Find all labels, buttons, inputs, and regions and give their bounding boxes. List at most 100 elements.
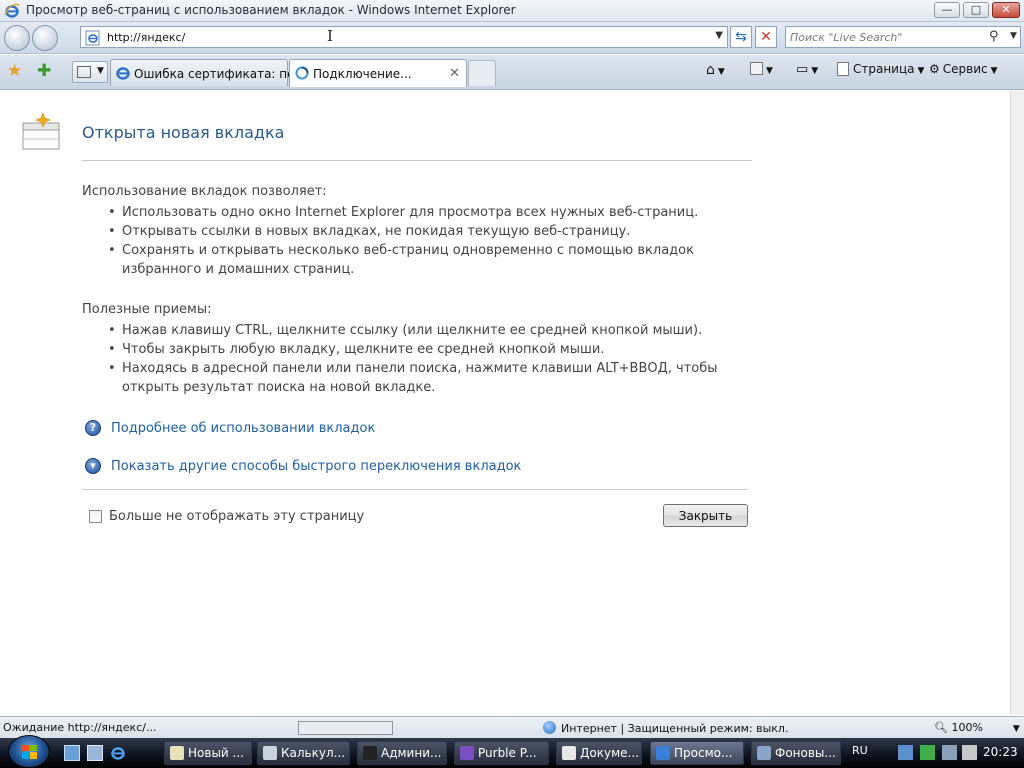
- progress-bar: [298, 721, 393, 735]
- print-button[interactable]: ▭ ▼: [796, 62, 818, 77]
- tools-menu-button[interactable]: ⚙ Сервис ▼: [929, 62, 998, 76]
- search-dropdown-icon[interactable]: ▼: [1010, 31, 1017, 41]
- stop-icon[interactable]: ✕: [755, 26, 777, 48]
- title-bar: Просмотр веб-страниц с использованием вк…: [0, 0, 1024, 22]
- zoom-control[interactable]: 🔍︎ 100% ▼: [934, 721, 1020, 734]
- zoom-icon: 🔍︎: [934, 721, 948, 734]
- page-menu-label: Страница: [853, 62, 915, 76]
- status-bar: Ожидание http://яндекс/... Интернет | За…: [0, 716, 1024, 738]
- window-title: Просмотр веб-страниц с использованием вк…: [26, 3, 516, 17]
- more-about-tabs-link[interactable]: Подробнее об использовании вкладок: [111, 421, 375, 436]
- ie-quicklaunch-icon[interactable]: [110, 745, 126, 761]
- app-icon: [263, 746, 277, 760]
- list-item: Сохранять и открывать несколько веб-стра…: [108, 241, 758, 279]
- taskbar-item-label: Админи...: [381, 746, 442, 760]
- maximize-button[interactable]: □: [963, 2, 989, 18]
- list-item: Использовать одно окно Internet Explorer…: [108, 203, 758, 222]
- new-tab-button[interactable]: [468, 60, 496, 86]
- tray-security-icon[interactable]: [920, 745, 935, 760]
- forward-button[interactable]: [32, 25, 58, 51]
- tab-label: Подключение...: [313, 67, 412, 81]
- add-favorite-icon[interactable]: ✚: [37, 63, 51, 80]
- page-menu-button[interactable]: Страница ▼: [837, 62, 924, 76]
- close-window-button[interactable]: ✕: [992, 2, 1020, 18]
- close-tab-icon[interactable]: ✕: [449, 66, 460, 81]
- search-input[interactable]: [790, 30, 985, 45]
- address-url[interactable]: http://яндекс/: [107, 31, 185, 44]
- taskbar-item[interactable]: Фоновы...: [751, 741, 841, 765]
- tab-certificate-error[interactable]: Ошибка сертификата: пе...: [110, 59, 306, 86]
- show-tab-switching-link[interactable]: Показать другие способы быстрого переклю…: [111, 459, 521, 474]
- taskbar-item[interactable]: Калькул...: [257, 741, 350, 765]
- page-menu-icon: [837, 62, 849, 76]
- navigation-bar: http://яндекс/ I ▼ ⇆ ✕ ⚲ ▼: [0, 22, 1024, 54]
- rss-feed-icon: [750, 62, 763, 75]
- gear-icon: ⚙: [929, 62, 940, 76]
- minimize-button[interactable]: —: [934, 2, 960, 18]
- favorites-center-icon[interactable]: ★: [7, 63, 22, 80]
- help-icon[interactable]: ?: [85, 420, 101, 436]
- zoom-dropdown-icon[interactable]: ▼: [1013, 724, 1020, 734]
- status-text: Ожидание http://яндекс/...: [3, 721, 157, 734]
- taskbar-item[interactable]: Просмо...: [650, 741, 744, 765]
- zoom-level: 100%: [951, 721, 983, 734]
- app-icon: [363, 746, 377, 760]
- switch-windows-icon[interactable]: [87, 745, 103, 761]
- taskbar-item[interactable]: Новый ...: [164, 741, 252, 765]
- search-box[interactable]: ⚲ ▼: [785, 26, 1021, 48]
- back-button[interactable]: [4, 25, 30, 51]
- title-divider: [82, 160, 752, 161]
- tray-display-icon[interactable]: [942, 745, 957, 760]
- text-cursor-icon: I: [327, 27, 333, 45]
- list-item: Находясь в адресной панели или панели по…: [108, 359, 748, 397]
- expand-icon[interactable]: ▾: [85, 458, 101, 474]
- globe-icon: [543, 721, 556, 734]
- tools-menu-label: Сервис: [942, 62, 988, 76]
- tabs-benefits-heading: Использование вкладок позволяет:: [82, 184, 327, 199]
- app-icon: [562, 746, 576, 760]
- app-icon: [170, 746, 184, 760]
- quick-tabs-button[interactable]: ▼: [72, 61, 108, 83]
- search-icon[interactable]: ⚲: [989, 29, 999, 44]
- home-icon: ⌂: [706, 62, 715, 78]
- dont-show-checkbox[interactable]: [89, 510, 102, 523]
- clock[interactable]: 20:23: [983, 745, 1018, 759]
- refresh-icon[interactable]: ⇆: [730, 26, 752, 48]
- volume-muted-icon[interactable]: [962, 745, 977, 760]
- security-zone[interactable]: Интернет | Защищенный режим: выкл.: [543, 721, 788, 735]
- home-button[interactable]: ⌂ ▼: [706, 62, 725, 78]
- vertical-scrollbar[interactable]: [1010, 91, 1024, 715]
- printer-icon: ▭: [796, 62, 809, 77]
- language-indicator[interactable]: RU: [852, 744, 868, 757]
- dont-show-label[interactable]: Больше не отображать эту страницу: [109, 509, 364, 524]
- app-icon: [656, 746, 670, 760]
- taskbar-item-label: Purble P...: [478, 746, 537, 760]
- close-button[interactable]: Закрыть: [663, 504, 748, 527]
- address-bar[interactable]: http://яндекс/ I ▼: [80, 26, 728, 48]
- taskbar-item[interactable]: Purble P...: [454, 741, 549, 765]
- taskbar-item-label: Докуме...: [580, 746, 639, 760]
- taskbar-item[interactable]: Админи...: [357, 741, 447, 765]
- list-item: Нажав клавишу CTRL, щелкните ссылку (или…: [108, 321, 758, 340]
- app-icon: [460, 746, 474, 760]
- list-item: Чтобы закрыть любую вкладку, щелкните ее…: [108, 340, 758, 359]
- taskbar-item-label: Калькул...: [281, 746, 346, 760]
- tab-label: Ошибка сертификата: пе...: [134, 67, 306, 81]
- zone-label: Интернет | Защищенный режим: выкл.: [561, 722, 789, 735]
- tab-connecting[interactable]: Подключение... ✕: [289, 59, 467, 87]
- taskbar-item-label: Фоновы...: [775, 746, 836, 760]
- taskbar-item[interactable]: Докуме...: [556, 741, 642, 765]
- new-tab-icon: [22, 113, 60, 150]
- tab-list-dropdown-icon[interactable]: ▼: [97, 66, 104, 76]
- tray-network-icon[interactable]: [898, 745, 913, 760]
- quick-tabs-icon: [77, 66, 91, 78]
- start-button[interactable]: [8, 735, 50, 768]
- ie-logo-icon: [4, 3, 20, 18]
- page-icon: [85, 30, 100, 46]
- show-desktop-icon[interactable]: [64, 745, 80, 761]
- tab-row: ★ ✚ ▼ Ошибка сертификата: пе... Подключе…: [0, 55, 1024, 90]
- feeds-button[interactable]: ▼: [750, 62, 773, 76]
- page-title: Открыта новая вкладка: [82, 123, 285, 142]
- address-dropdown-icon[interactable]: ▼: [715, 30, 723, 41]
- ie-page-icon: [116, 67, 130, 80]
